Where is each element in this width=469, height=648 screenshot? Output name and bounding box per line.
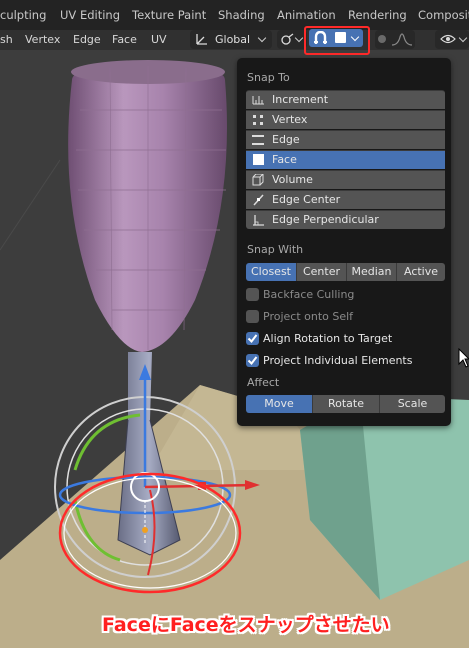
pivot-icon	[281, 33, 294, 45]
workspace-tab-shading[interactable]: Shading	[218, 5, 265, 25]
mouse-cursor-icon	[458, 348, 469, 368]
menu-vertex[interactable]: Vertex	[25, 30, 60, 50]
snap-with-active[interactable]: Active	[396, 263, 445, 281]
transform-orientation-dropdown[interactable]: Global	[190, 30, 272, 49]
workspace-tab-animation[interactable]: Animation	[277, 5, 336, 25]
snap-to-volume[interactable]: Volume	[246, 170, 445, 189]
checkbox[interactable]	[246, 354, 259, 367]
menu-face[interactable]: Face	[112, 30, 137, 50]
workspace-tab-texture-paint[interactable]: Texture Paint	[132, 5, 206, 25]
affect-move[interactable]: Move	[246, 395, 312, 413]
option-label: Project Individual Elements	[263, 354, 413, 367]
workspace-bar: culpting UV Editing Texture Paint Shadin…	[0, 0, 469, 30]
option-label: Project onto Self	[263, 310, 354, 323]
snap-popover: Snap To Increment Vertex Edge Face Volum…	[237, 58, 451, 426]
volume-icon	[252, 174, 264, 186]
edge-icon	[252, 135, 264, 145]
checkbox[interactable]	[246, 310, 259, 323]
snap-to-face[interactable]: Face	[246, 150, 445, 169]
option-label: Align Rotation to Target	[263, 332, 393, 345]
edge-perpendicular-icon	[253, 215, 264, 226]
chevron-down-icon	[294, 33, 304, 43]
menu-edge[interactable]: Edge	[73, 30, 101, 50]
snap-to-increment[interactable]: Increment	[246, 90, 445, 109]
falloff-curve-icon	[391, 33, 413, 46]
edge-center-icon	[253, 194, 264, 206]
snap-item-label: Edge Center	[272, 193, 341, 206]
affect-heading: Affect	[247, 376, 280, 389]
proportional-editing-icon	[378, 35, 386, 43]
increment-icon	[252, 96, 264, 105]
workspace-tab-sculpting[interactable]: culpting	[0, 5, 46, 25]
snap-with-median[interactable]: Median	[346, 263, 396, 281]
affect-rotate[interactable]: Rotate	[312, 395, 379, 413]
snap-item-label: Edge Perpendicular	[272, 213, 379, 226]
proportional-editing-dropdown[interactable]	[375, 30, 415, 49]
snap-with-heading: Snap With	[247, 243, 304, 256]
snap-item-label: Increment	[272, 93, 329, 106]
snap-to-edge-center[interactable]: Edge Center	[246, 190, 445, 209]
snap-with-center[interactable]: Center	[296, 263, 346, 281]
viewport-header: sh Vertex Edge Face UV Global	[0, 30, 469, 50]
snap-item-label: Volume	[272, 173, 313, 186]
eye-icon	[440, 34, 456, 44]
option-label: Backface Culling	[263, 288, 355, 301]
orientation-label: Global	[215, 33, 251, 46]
chevron-down-icon	[458, 33, 468, 43]
snap-to-edge[interactable]: Edge	[246, 130, 445, 149]
snap-item-label: Face	[272, 153, 297, 166]
face-icon	[253, 154, 264, 165]
orientation-icon	[196, 34, 207, 45]
snap-item-label: Vertex	[272, 113, 308, 126]
snap-item-label: Edge	[272, 133, 300, 146]
highlight-box	[304, 26, 370, 55]
pivot-point-dropdown[interactable]	[277, 30, 307, 49]
snap-to-edge-perpendicular[interactable]: Edge Perpendicular	[246, 210, 445, 229]
workspace-tab-compositing[interactable]: Compositi	[418, 5, 469, 25]
snap-to-vertex[interactable]: Vertex	[246, 110, 445, 129]
checkmark-icon	[247, 334, 258, 344]
affect-scale[interactable]: Scale	[379, 395, 445, 413]
visibility-dropdown[interactable]	[435, 30, 469, 49]
checkbox[interactable]	[246, 332, 259, 345]
workspace-tab-rendering[interactable]: Rendering	[348, 5, 407, 25]
vertex-icon	[253, 115, 263, 125]
annotation-caption: FaceにFaceをスナップさせたい	[102, 614, 390, 636]
snap-to-heading: Snap To	[247, 71, 290, 84]
snap-with-closest[interactable]: Closest	[246, 263, 296, 281]
checkmark-icon	[247, 356, 258, 366]
menu-mesh[interactable]: sh	[0, 30, 13, 50]
chevron-down-icon	[257, 33, 267, 43]
menu-uv[interactable]: UV	[151, 30, 167, 50]
checkbox[interactable]	[246, 288, 259, 301]
workspace-tab-uv-editing[interactable]: UV Editing	[60, 5, 120, 25]
